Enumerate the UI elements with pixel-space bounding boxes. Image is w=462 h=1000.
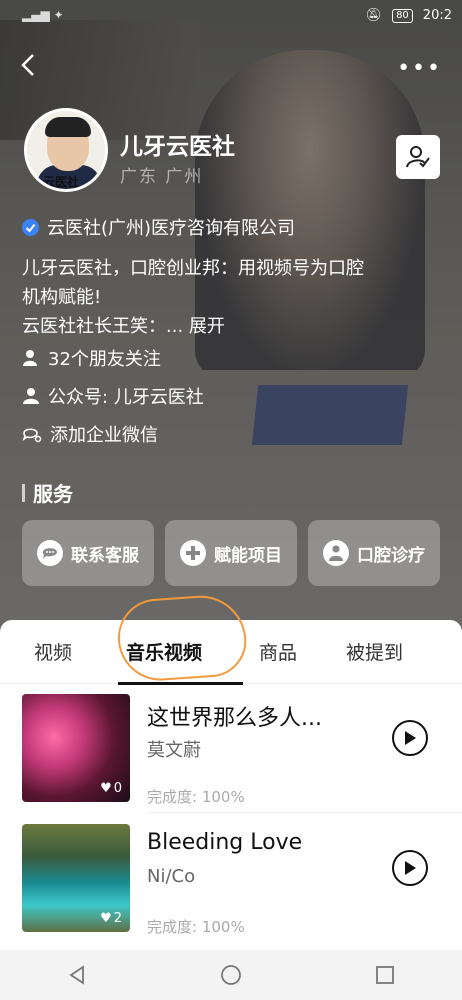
verified-org: 云医社(广州)医疗咨询有限公司 [22,214,295,240]
friends-icon [23,350,37,366]
nav-back-icon[interactable] [67,965,87,985]
music-thumbnail: ♥ 2 [22,824,130,932]
service-customer-support[interactable]: 联系客服 [22,520,154,586]
battery-indicator: 80 [392,8,413,23]
back-button[interactable] [14,50,44,80]
play-button[interactable] [392,850,428,886]
follow-user-icon [406,146,430,168]
tab-products[interactable]: 商品 [259,638,297,665]
mute-icon: 🔕︎ [365,8,383,23]
plus-icon [180,540,206,566]
chat-icon [37,540,63,566]
services-heading: 服务 [22,478,73,507]
service-dental-treatment[interactable]: 口腔诊疗 [308,520,440,586]
chevron-left-icon [21,54,34,76]
music-thumbnail: ♥ 0 [22,694,130,802]
music-artist: 莫文蔚 [147,740,201,761]
follow-button[interactable] [396,135,440,179]
nav-home-icon[interactable] [220,964,242,986]
completion-status: 完成度: 100% [147,788,245,806]
system-nav-bar [0,950,462,1000]
clock: 20:2 [422,8,452,23]
friends-following[interactable]: 32个朋友关注 [22,345,161,371]
play-icon [405,861,416,875]
completion-status: 完成度: 100% [147,918,245,936]
active-tab-indicator [118,682,243,685]
content-sheet: 视频 音乐视频 商品 被提到 ♥ 0 这世界那么多人... 莫文蔚 完成度: 1… [0,620,462,950]
music-title: 这世界那么多人... [147,706,322,731]
profile-name: 儿牙云医社 [120,134,235,160]
nav-recents-icon[interactable] [375,965,395,985]
likes-count: ♥ 2 [100,911,122,926]
service-empower-project[interactable]: 赋能项目 [165,520,297,586]
user-icon [323,540,349,566]
add-enterprise-wechat[interactable]: 添加企业微信 [22,421,158,447]
music-list-item[interactable]: ♥ 0 这世界那么多人... 莫文蔚 完成度: 100% [0,694,462,824]
avatar[interactable]: 云医社 [24,108,108,192]
verified-org-name: 云医社(广州)医疗咨询有限公司 [47,218,296,239]
signal-icon: ▂▄▆ ✦ [22,8,64,22]
tab-videos[interactable]: 视频 [34,638,72,665]
music-list-item[interactable]: ♥ 2 Bleeding Love Ni/Co 完成度: 100% [0,824,462,954]
music-artist: Ni/Co [147,866,196,887]
profile-bio: 儿牙云医社，口腔创业邦：用视频号为口腔 机构赋能! 云医社社长王笑：... 展开 [22,258,364,337]
verified-icon [22,218,39,236]
profile-location: 广东 广州 [120,167,204,187]
likes-count: ♥ 0 [100,781,122,796]
expand-bio-link[interactable]: 展开 [189,316,225,337]
tab-music-videos[interactable]: 音乐视频 [126,638,202,665]
avatar-caption: 云医社 [43,175,80,189]
tab-bar: 视频 音乐视频 商品 被提到 [0,620,462,685]
music-title: Bleeding Love [147,830,303,855]
play-icon [405,731,416,745]
official-account[interactable]: 公众号: 儿牙云医社 [22,383,204,409]
play-button[interactable] [392,720,428,756]
tab-mentioned[interactable]: 被提到 [346,638,403,665]
wechat-chat-icon [22,428,42,443]
status-bar: ▂▄▆ ✦ 🔕︎ 80 20:2 [0,0,462,32]
account-icon [23,388,39,404]
more-options-button[interactable]: ••• [397,56,442,81]
